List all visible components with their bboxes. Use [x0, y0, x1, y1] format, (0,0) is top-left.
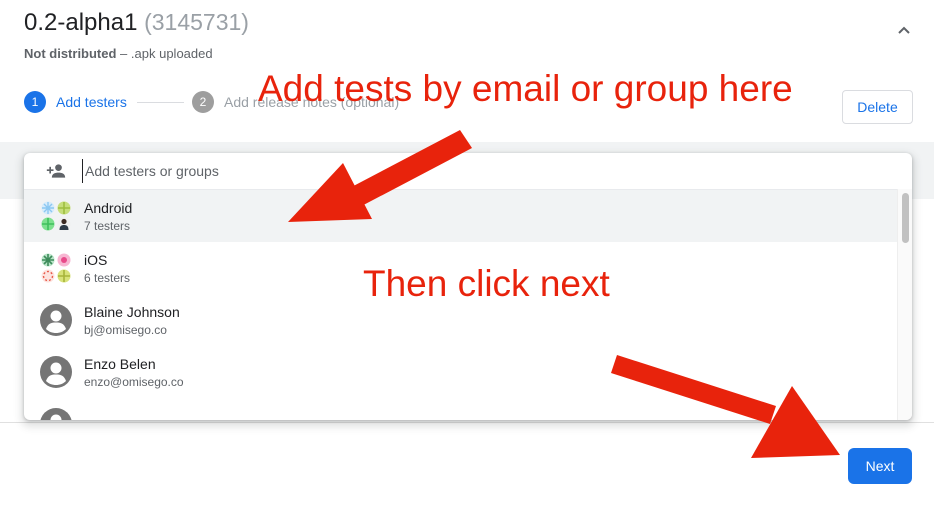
status-separator: – — [116, 46, 131, 61]
step-connector — [137, 102, 184, 103]
tester-email: enzo@omisego.co — [84, 375, 184, 389]
annotation-click-next: Then click next — [363, 263, 610, 304]
chevron-up-icon — [898, 26, 910, 34]
search-row — [24, 153, 912, 190]
suggestion-list: Android 7 testers iOS 6 testers Blaine J… — [24, 190, 897, 420]
account-circle-icon — [40, 408, 72, 420]
group-icon — [41, 201, 71, 231]
tester-name: Blaine Johnson — [84, 304, 180, 320]
tester-name: Enzo Belen — [84, 356, 156, 372]
next-button[interactable]: Next — [848, 448, 912, 484]
step-label: Add testers — [56, 94, 127, 110]
list-item[interactable] — [24, 398, 897, 420]
release-status-line: Not distributed – .apk uploaded — [24, 46, 213, 61]
list-scrollbar[interactable] — [897, 189, 912, 420]
group-count: 7 testers — [84, 219, 131, 233]
group-name: iOS — [84, 252, 108, 268]
group-name: Android — [84, 200, 133, 216]
release-version: 0.2-alpha1 — [24, 9, 138, 36]
testers-search-input[interactable] — [82, 159, 785, 183]
release-status: Not distributed — [24, 46, 117, 61]
release-title: 0.2-alpha1 (3145731) — [24, 9, 249, 37]
step-number: 2 — [192, 91, 214, 113]
group-count: 6 testers — [84, 271, 131, 285]
group-icon — [41, 253, 71, 283]
step-add-testers[interactable]: 1 Add testers — [24, 91, 127, 113]
person-add-icon — [46, 164, 66, 178]
account-circle-icon — [40, 356, 72, 388]
step-number: 1 — [24, 91, 46, 113]
list-item[interactable]: Android 7 testers — [24, 190, 897, 242]
release-detail: .apk uploaded — [130, 46, 213, 61]
release-build-number: (3145731) — [144, 9, 249, 35]
tester-email: bj@omisego.co — [84, 323, 167, 337]
list-item[interactable]: Enzo Belen enzo@omisego.co — [24, 346, 897, 398]
footer-divider — [0, 422, 934, 423]
account-circle-icon — [40, 304, 72, 336]
annotation-add-testers: Add tests by email or group here — [258, 68, 793, 109]
delete-button[interactable]: Delete — [842, 90, 913, 124]
scrollbar-thumb[interactable] — [902, 193, 909, 243]
collapse-button[interactable] — [888, 14, 920, 46]
